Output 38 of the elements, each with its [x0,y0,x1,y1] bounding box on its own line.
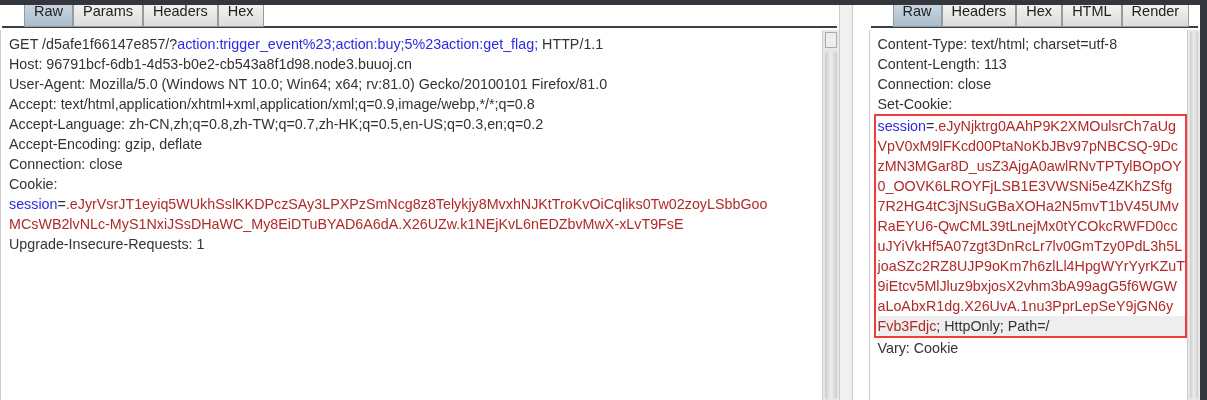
text-line: MCsWB2lvNLc-MyS1NxiJSsDHaWC_My8EiDTuBYAD6A6dA.X26UZw.k1NEjKvL6nEDZbvMwX-xLvT9FsE [9,215,685,234]
text-line: Upgrade-Insecure-Requests: 1 [9,235,206,254]
tab[interactable]: Render [1121,5,1190,27]
tab[interactable]: Headers [941,5,1017,27]
text-line: Vary: Cookie [877,339,960,358]
text-line: session=.eJyNjktrg0AAhP9K2XMOulsrCh7aUg [877,117,1177,136]
scrollbar[interactable] [821,30,839,400]
text-line: Cookie: [9,175,59,194]
tab[interactable]: Raw [24,5,73,27]
tab[interactable]: Raw [892,5,942,27]
text-line: 7R2HG4tC3jNSuGBaXOHa2N5mvT1bV45UMv [877,197,1180,216]
text-line: 9iEtcv5MlJluz9bxjosX2vhm3bA99agG5f6WGW [877,277,1179,296]
text-line: zMN3MGar8D_usZ3AjgA0awlRNvTPTylBOpOY [877,157,1183,176]
text-line: Accept: text/html,application/xhtml+xml,application/xml;q=0.9,image/webp,*/*;q=0.8 [9,95,536,114]
text-line: joaSZc2RZ8UJP9oKm7h6zlLl4HpgWYrYyrKZuT [877,257,1185,276]
tab[interactable]: Hex [217,5,264,27]
tab[interactable]: HTML [1062,5,1122,27]
text-line: 0_OOVK6LROYFjLSB1E3VWSNi5e4ZKhZSfg [877,177,1174,196]
text-line: User-Agent: Mozilla/5.0 (Windows NT 10.0; Win64; x64; rv:81.0) Gecko/20100101 Firefox/81.0 [9,75,609,94]
text-line: uJYiVkHf5A07zgt3DnRcLr7lv0GmTzy0PdL3h5L [877,237,1184,256]
text-line: session=.eJyrVsrJT1eyiq5WUkhSslKKDPczSAy3LPXPzSmNcg8z8Telykjy8MvxhNJKtTroKvOiCqliks0Tw02zoyLSbbGoo [9,195,769,214]
text-line: aLoAbxR1dg.X26UvA.1nu3PprLepSeY9jGN6y [877,297,1175,316]
scroll-up-icon[interactable] [824,32,837,48]
text-line: Content-Length: 113 [877,55,1008,74]
tab[interactable]: Params [73,5,143,27]
text-line: Connection: close [877,75,993,94]
text-line: RaEYU6-QwCML39tLnejMx0tYCOkcRWFD0cc [877,217,1179,236]
text-line: Content-Type: text/html; charset=utf-8 [877,35,1119,54]
text-line: Set-Cookie: [877,95,954,114]
text-line: VpV0xM9lFKcd00PtaNoKbJBv97pNBCSQ-9Dc [877,137,1179,156]
text-line: Host: 96791bcf-6db1-4d53-b0e2-cb543a8f1d98.node3.buuoj.cn [9,55,413,74]
tab[interactable]: Headers [143,5,218,27]
text-line: Connection: close [9,155,124,174]
tab[interactable]: Hex [1016,5,1063,27]
scroll-thumb[interactable] [824,51,837,399]
text-line: Accept-Language: zh-CN,zh;q=0.8,zh-TW;q=0.7,zh-HK;q=0.5,en-US;q=0.3,en;q=0.2 [9,115,545,134]
text-line: Accept-Encoding: gzip, deflate [9,135,204,154]
text-line: GET /d5afe1f66147e857/?action:trigger_event%23;action:buy;5%23action:get_flag; HTTP/1.1 [9,35,605,54]
